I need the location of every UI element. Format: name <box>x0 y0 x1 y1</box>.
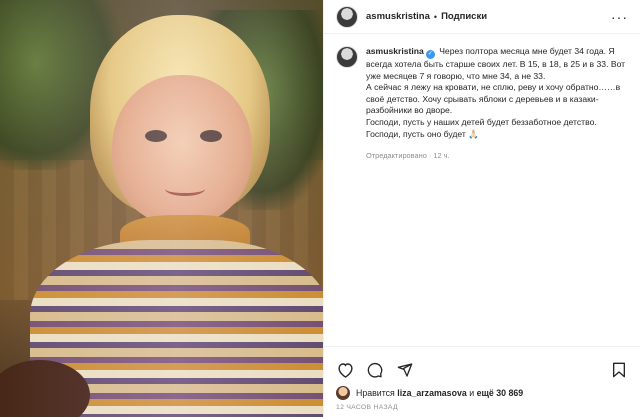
post-side-panel: asmuskristina • Подписки ··· asmuskristi… <box>323 0 640 417</box>
header-separator: • <box>433 11 438 22</box>
more-icon[interactable]: ··· <box>611 9 628 25</box>
caption-line-4: Господи, пусть оно будет 🙏🏻 <box>366 128 479 139</box>
post-body: asmuskristina ✓ Через полтора месяца мне … <box>324 34 640 346</box>
caption-line-3: Господи, пусть у наших детей будет безза… <box>366 116 597 127</box>
caption-avatar[interactable] <box>336 46 358 68</box>
edited-timestamp: Отредактировано · 12 ч. <box>366 151 450 161</box>
author-avatar[interactable] <box>336 5 358 28</box>
post-photo[interactable] <box>0 0 323 417</box>
post-caption: asmuskristina ✓ Через полтора месяца мне … <box>366 46 628 334</box>
post-timestamp: 12 ЧАСОВ НАЗАД <box>336 404 398 411</box>
bookmark-icon[interactable] <box>610 361 628 379</box>
verified-icon: ✓ <box>425 50 435 59</box>
caption-line-2: А сейчас я лежу на кровати, не сплю, рев… <box>366 82 621 116</box>
post-dialog: asmuskristina • Подписки ··· asmuskristi… <box>0 0 640 417</box>
caption-username[interactable]: asmuskristina <box>366 46 424 56</box>
share-icon[interactable] <box>396 361 414 379</box>
following-button[interactable]: Подписки <box>441 11 487 22</box>
likes-and: и <box>469 388 475 398</box>
author-username[interactable]: asmuskristina <box>366 11 430 22</box>
likes-summary[interactable]: Нравится liza_arzamasova и ещё 30 869 <box>324 384 640 400</box>
action-bar <box>324 346 640 384</box>
likes-count[interactable]: ещё 30 869 <box>477 388 524 398</box>
liker-username[interactable]: liza_arzamasova <box>397 388 466 398</box>
likes-prefix: Нравится <box>356 388 395 398</box>
post-header: asmuskristina • Подписки ··· <box>324 0 640 34</box>
heart-icon[interactable] <box>336 361 354 379</box>
liker-avatar <box>336 386 350 400</box>
comment-icon[interactable] <box>366 361 384 379</box>
